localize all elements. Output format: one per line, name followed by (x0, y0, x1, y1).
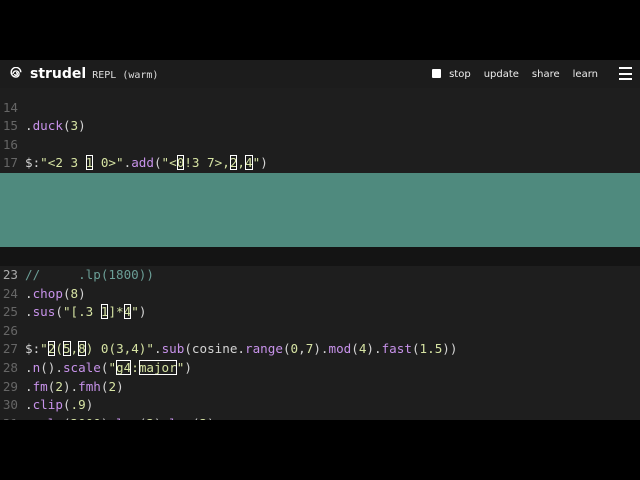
update-button[interactable]: update (484, 69, 519, 80)
code-line: 30 .lp(2000).lpq(3).lpe(2) (0, 378, 640, 420)
code-line: 26 $:"2(5,8) 0(3,4)".sub(cosine.range(0,… (0, 303, 640, 357)
code-line-selected: 20 // .sus(1).s("saw") (0, 191, 640, 245)
stop-icon (432, 68, 442, 78)
menu-icon[interactable] (619, 67, 632, 80)
strudel-logo-icon[interactable] (9, 67, 23, 81)
code-line-selected: 21 // .strans("-2 -14") (0, 210, 640, 264)
code-editor[interactable]: 14 .duck(3) 15 16 $:"<2 3 1 0>".add("<0!… (0, 88, 640, 420)
stop-label: stop (449, 68, 471, 80)
line-number: 31 (0, 415, 18, 420)
code-line: 16 $:"<2 3 1 0>".add("<0!3 7>,2,4") (0, 117, 640, 171)
learn-button[interactable]: learn (573, 69, 598, 80)
code-line: 17 .n().scale("g3:major") (0, 136, 640, 189)
spiral-icon (10, 67, 22, 78)
line-code: .lp(2000).lpq(3).lpe(2) (25, 415, 215, 420)
code-line: 18 .s("gm_tuba") (0, 154, 640, 208)
code-line: 25 (0, 285, 640, 319)
code-line: 24 .sus("[.3 1]*4") (0, 266, 640, 320)
strudel-app: strudel REPL (warm) stop update share le… (0, 60, 640, 420)
code-line-active: 23 .chop(8) (0, 247, 640, 301)
code-line: 28 .fm(2).fmh(2) (0, 340, 640, 394)
code-line: 14 .duck(3) (0, 80, 640, 134)
stop-button[interactable]: stop (432, 68, 471, 80)
code-line: 31 .dec(.7) (0, 396, 640, 420)
code-line-selected: 19 // .off(0,x=>x.arp("0") (0, 173, 640, 227)
code-line-selected: 22 // .lp(1800)) (0, 228, 640, 282)
code-line: 15 (0, 99, 640, 133)
share-button[interactable]: share (532, 69, 560, 80)
code-line: 29 .clip(.9) (0, 359, 640, 413)
code-line: 27 .n().scale("g4:major") (0, 322, 640, 375)
